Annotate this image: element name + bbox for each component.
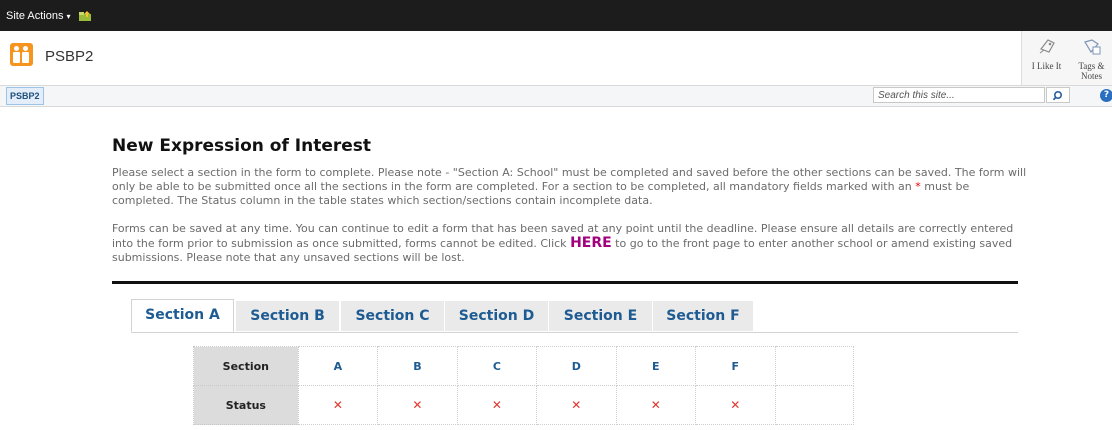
social-panel: I Like It Tags & Notes	[1021, 31, 1112, 85]
notes-label: Notes	[1081, 71, 1102, 81]
logo-figure-body	[13, 52, 20, 63]
site-actions-label: Site Actions	[6, 10, 64, 22]
search-input[interactable]: Search this site...	[873, 87, 1045, 103]
search-icon	[1052, 90, 1063, 101]
section-cell-a: A	[297, 346, 379, 386]
tab-section-e[interactable]: Section E	[549, 301, 652, 331]
tags-label: Tags &	[1078, 61, 1105, 71]
row-header-status: Status	[193, 385, 299, 425]
page-title: New Expression of Interest	[112, 136, 372, 156]
empty-cell	[774, 346, 854, 386]
site-title[interactable]: PSBP2	[45, 48, 93, 65]
section-cell-d: D	[536, 346, 617, 386]
tab-section-c[interactable]: Section C	[341, 301, 444, 331]
site-logo[interactable]	[10, 43, 33, 66]
i-like-it-button[interactable]: I Like It	[1024, 37, 1069, 71]
section-divider	[112, 281, 1018, 284]
section-tabs: Section A Section B Section C Section D …	[131, 299, 1018, 333]
section-cell-c: C	[456, 346, 538, 386]
section-cell-b: B	[377, 346, 458, 386]
section-cell-e: E	[615, 346, 697, 386]
incomplete-icon: ✕	[536, 385, 617, 425]
section-cell-f: F	[695, 346, 776, 386]
i-like-it-label: I Like It	[1031, 61, 1062, 71]
instructions-paragraph: Please select a section in the form to c…	[112, 166, 1032, 208]
breadcrumb-bar: PSBP2 Search this site... ?	[0, 85, 1112, 107]
breadcrumb-item-psbp2[interactable]: PSBP2	[6, 87, 44, 105]
incomplete-icon: ✕	[377, 385, 458, 425]
row-header-section: Section	[193, 346, 299, 386]
site-header: PSBP2	[0, 31, 1112, 85]
logo-figure-head	[23, 46, 28, 51]
top-ribbon: Site Actions ▾	[0, 0, 1112, 31]
tags-notes-button[interactable]: Tags & Notes	[1069, 37, 1112, 81]
logo-figure-body	[22, 52, 29, 63]
logo-figure-head	[14, 46, 19, 51]
saving-paragraph: Forms can be saved at any time. You can …	[112, 222, 1037, 265]
empty-cell	[774, 385, 854, 425]
tab-section-b[interactable]: Section B	[236, 301, 339, 331]
incomplete-icon: ✕	[456, 385, 538, 425]
navigate-up-icon[interactable]	[79, 11, 91, 21]
tab-section-a[interactable]: Section A	[131, 299, 234, 332]
table-row: Status ✕ ✕ ✕ ✕ ✕ ✕	[193, 385, 854, 425]
help-icon[interactable]: ?	[1100, 89, 1112, 102]
here-link[interactable]: HERE	[570, 235, 612, 251]
instructions-text-1: Please select a section in the form to c…	[112, 166, 1027, 193]
incomplete-icon: ✕	[297, 385, 379, 425]
tags-notes-icon	[1083, 39, 1100, 55]
incomplete-icon: ✕	[695, 385, 776, 425]
tab-section-d[interactable]: Section D	[445, 301, 548, 331]
tag-like-icon	[1039, 39, 1055, 54]
table-row: Section A B C D E F	[193, 346, 854, 386]
chevron-down-icon: ▾	[66, 12, 71, 21]
tab-section-f[interactable]: Section F	[653, 301, 753, 331]
incomplete-icon: ✕	[615, 385, 697, 425]
search-button[interactable]	[1046, 87, 1070, 103]
site-actions-menu[interactable]: Site Actions ▾	[6, 10, 71, 22]
section-status-table: Section A B C D E F Status ✕ ✕ ✕ ✕ ✕ ✕	[193, 346, 854, 425]
